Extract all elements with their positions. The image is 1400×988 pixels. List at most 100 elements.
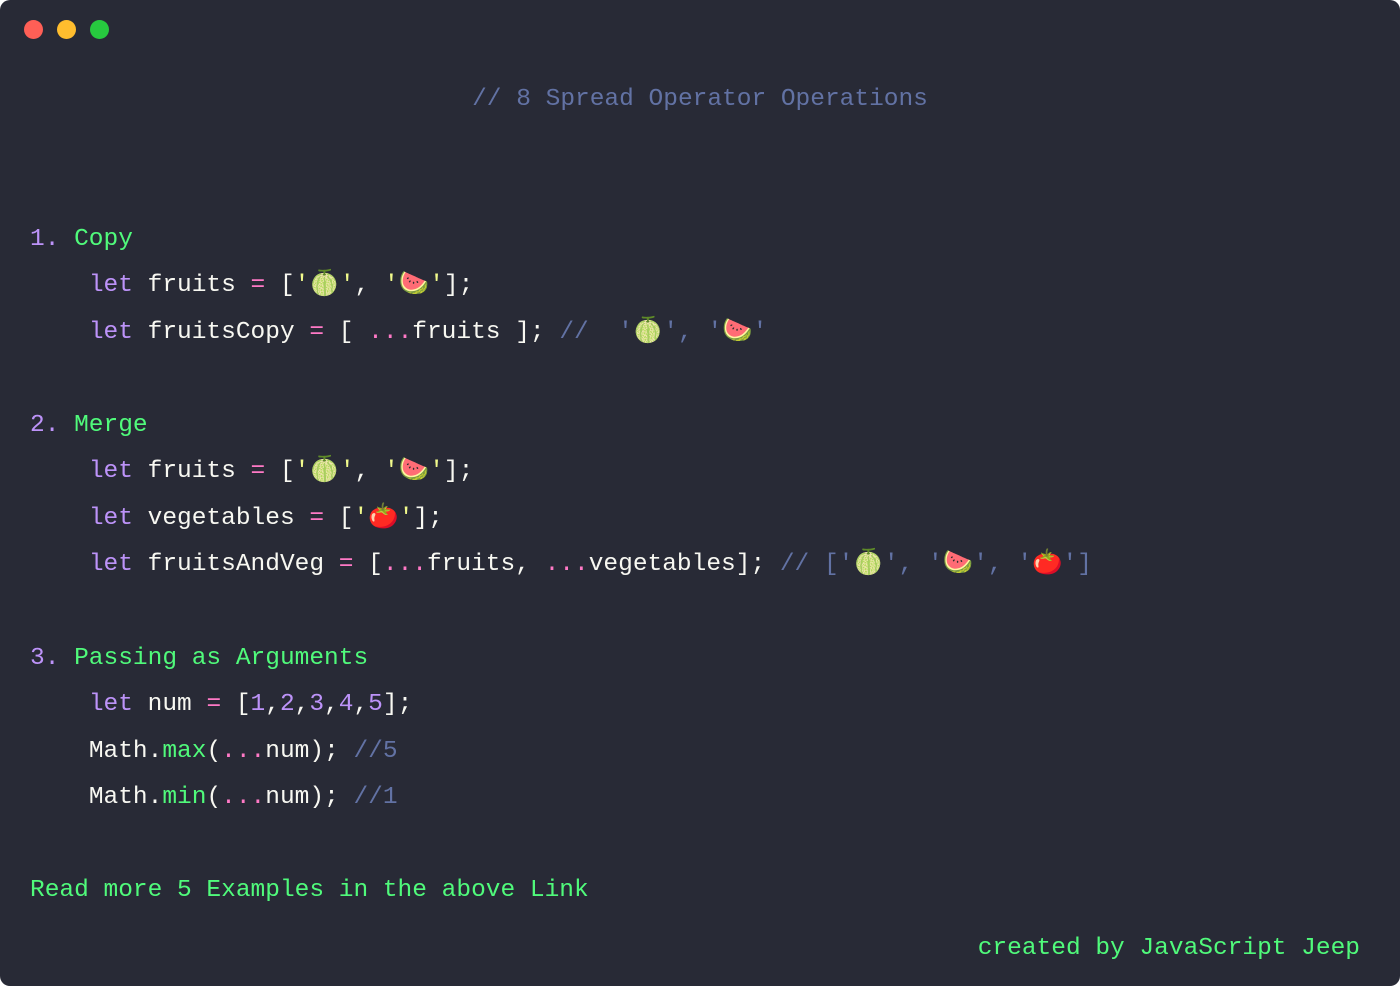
comment-five: //5 — [353, 738, 397, 765]
keyword-let: let — [89, 691, 133, 718]
comma: , — [355, 272, 370, 299]
number: 5 — [368, 691, 383, 718]
var-fruitscopy: fruitsCopy — [148, 319, 295, 346]
semicolon: ; — [428, 505, 443, 532]
var-num: num — [265, 738, 309, 765]
footer: created by JavaScript Jeep — [0, 935, 1400, 986]
semicolon: ; — [459, 272, 474, 299]
quote: ' — [663, 319, 678, 346]
semicolon: ; — [324, 784, 339, 811]
comment-prefix: // — [780, 551, 824, 578]
quote: ' — [1063, 551, 1078, 578]
paren-close: ) — [309, 738, 324, 765]
spread-op: ... — [221, 784, 265, 811]
quote: ' — [618, 319, 633, 346]
semicolon: ; — [459, 458, 474, 485]
comma: , — [355, 458, 370, 485]
window-titlebar — [0, 0, 1400, 47]
semicolon: ; — [398, 691, 413, 718]
comma: , — [899, 551, 914, 578]
quote: ' — [429, 272, 444, 299]
quote: ' — [429, 458, 444, 485]
obj-math: Math — [89, 784, 148, 811]
var-vegetables: vegetables — [148, 505, 295, 532]
paren-close: ) — [309, 784, 324, 811]
emoji-tomato: 🍅 — [1032, 551, 1063, 578]
semicolon: ; — [750, 551, 765, 578]
operator-eq: = — [251, 458, 266, 485]
semicolon: ; — [530, 319, 545, 346]
quote: ' — [295, 272, 310, 299]
dot: . — [148, 738, 163, 765]
spread-op: ... — [368, 319, 412, 346]
section-number: 3. — [30, 645, 59, 672]
spread-op: ... — [545, 551, 589, 578]
header-comment: // 8 Spread Operator Operations — [30, 77, 1370, 124]
number: 3 — [309, 691, 324, 718]
spread-op: ... — [221, 738, 265, 765]
quote: ' — [707, 319, 722, 346]
minimize-icon[interactable] — [57, 20, 76, 39]
bracket-close: ] — [444, 458, 459, 485]
quote: ' — [928, 551, 943, 578]
operator-eq: = — [251, 272, 266, 299]
bracket-close: ] — [383, 691, 398, 718]
bracket-close: ] — [515, 319, 530, 346]
section-title: Merge — [74, 412, 148, 439]
bracket-close: ] — [736, 551, 751, 578]
quote: ' — [399, 505, 414, 532]
quote: ' — [384, 272, 399, 299]
code-window: // 8 Spread Operator Operations 1. Copy … — [0, 0, 1400, 986]
comma: , — [295, 691, 310, 718]
var-fruits: fruits — [427, 551, 515, 578]
operator-eq: = — [309, 505, 324, 532]
bracket-close: ] — [413, 505, 428, 532]
bracket-open: [ — [236, 691, 251, 718]
number: 4 — [339, 691, 354, 718]
section-number: 1. — [30, 226, 59, 253]
keyword-let: let — [89, 505, 133, 532]
comma: , — [678, 319, 693, 346]
bracket-open: [ — [824, 551, 839, 578]
quote: ' — [753, 319, 768, 346]
bracket-open: [ — [339, 319, 354, 346]
emoji-melon: 🍈 — [853, 551, 884, 578]
comma: , — [265, 691, 280, 718]
code-content: // 8 Spread Operator Operations 1. Copy … — [0, 47, 1400, 935]
paren-open: ( — [206, 738, 221, 765]
var-num: num — [265, 784, 309, 811]
operator-eq: = — [206, 691, 221, 718]
quote: ' — [340, 458, 355, 485]
close-icon[interactable] — [24, 20, 43, 39]
keyword-let: let — [89, 319, 133, 346]
spread-op: ... — [383, 551, 427, 578]
comma: , — [353, 691, 368, 718]
method-min: min — [162, 784, 206, 811]
bracket-close: ] — [444, 272, 459, 299]
emoji-watermelon: 🍉 — [943, 551, 974, 578]
quote: ' — [1017, 551, 1032, 578]
dot: . — [148, 784, 163, 811]
emoji-melon: 🍈 — [633, 319, 664, 346]
number: 1 — [251, 691, 266, 718]
comment-prefix: // — [559, 319, 618, 346]
bracket-open: [ — [280, 272, 295, 299]
obj-math: Math — [89, 738, 148, 765]
quote: ' — [295, 458, 310, 485]
quote: ' — [384, 458, 399, 485]
number: 2 — [280, 691, 295, 718]
var-fruits: fruits — [412, 319, 500, 346]
comment-one: //1 — [353, 784, 397, 811]
var-num: num — [148, 691, 192, 718]
comma: , — [988, 551, 1003, 578]
read-more-text: Read more 5 Examples in the above Link — [30, 877, 589, 904]
bracket-open: [ — [339, 505, 354, 532]
maximize-icon[interactable] — [90, 20, 109, 39]
var-fruits: fruits — [148, 272, 236, 299]
bracket-close: ] — [1077, 551, 1092, 578]
emoji-watermelon: 🍉 — [399, 272, 430, 299]
emoji-melon: 🍈 — [309, 458, 340, 485]
quote: ' — [839, 551, 854, 578]
comma: , — [324, 691, 339, 718]
method-max: max — [162, 738, 206, 765]
